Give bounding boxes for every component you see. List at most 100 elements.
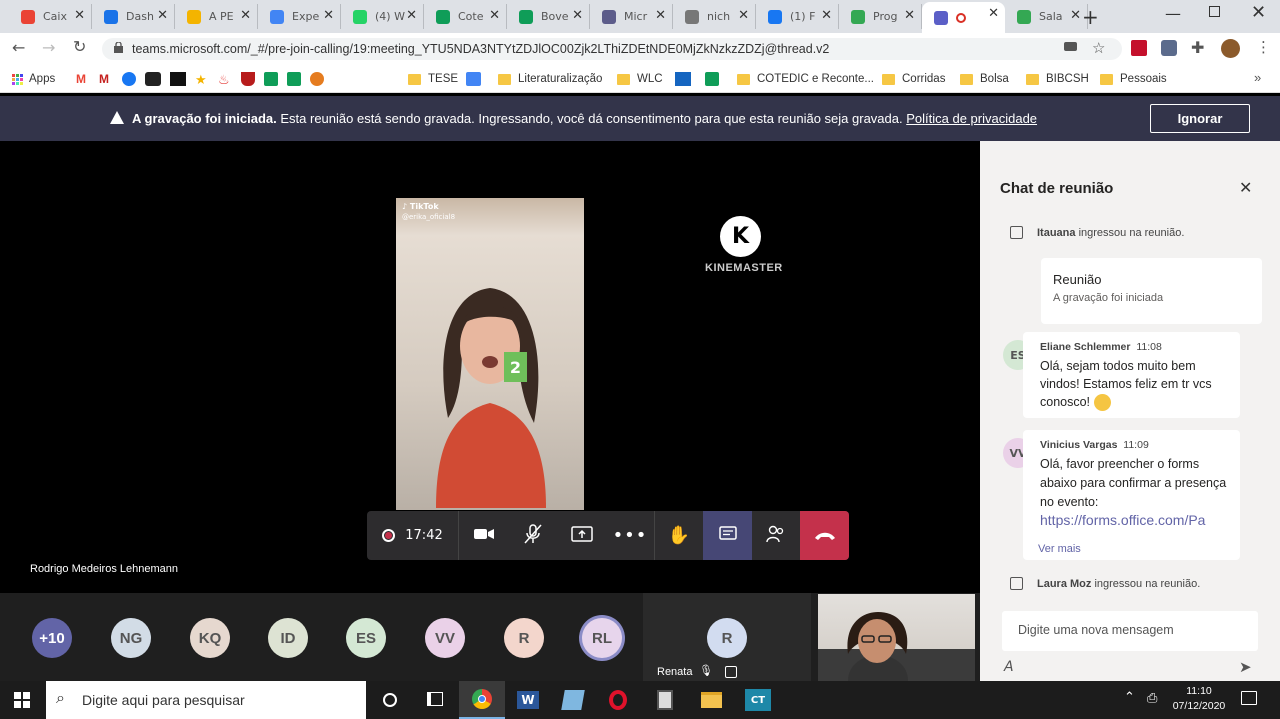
windows-start-icon[interactable]	[14, 692, 30, 708]
bookmark-tese[interactable]: TESE	[408, 71, 458, 87]
privacy-policy-link[interactable]: Política de privacidade	[906, 111, 1037, 126]
bookmark-wlc[interactable]: WLC	[617, 71, 663, 87]
window-close-button[interactable]: ✕	[1251, 2, 1266, 23]
tray-chevron-icon[interactable]: ⌃	[1124, 690, 1135, 705]
browser-tab[interactable]: Bove ✕	[507, 4, 590, 29]
site-icon[interactable]	[310, 72, 324, 86]
format-icon[interactable]: A	[1004, 659, 1014, 675]
browser-tab[interactable]: Micr ✕	[590, 4, 673, 29]
sheets-icon[interactable]	[705, 72, 719, 86]
close-tab-icon[interactable]: ✕	[240, 8, 251, 23]
mute-button[interactable]	[508, 511, 557, 560]
browser-tab[interactable]: Prog ✕	[839, 4, 922, 29]
gzh-icon[interactable]	[170, 72, 186, 86]
gmail-icon[interactable]: M	[99, 72, 113, 86]
participant-avatar[interactable]: R	[504, 618, 544, 658]
browser-tab[interactable]: Dash ✕	[92, 4, 175, 29]
participant-avatar[interactable]: RL	[582, 618, 622, 658]
word-taskbar-icon[interactable]: W	[517, 691, 539, 709]
shield-icon[interactable]	[241, 72, 255, 86]
participant-avatar[interactable]: ES	[346, 618, 386, 658]
participants-button[interactable]	[752, 511, 800, 560]
new-tab-button[interactable]: +	[1082, 5, 1099, 29]
maximize-button[interactable]	[1209, 6, 1220, 17]
browser-tab[interactable]: Caix ✕	[9, 4, 92, 29]
reload-icon[interactable]: ↻	[73, 37, 86, 56]
chat-toggle-button[interactable]	[703, 511, 752, 560]
participant-avatar[interactable]: NG	[111, 618, 151, 658]
bookmark-apps[interactable]: Apps	[12, 71, 55, 87]
cortana-icon[interactable]	[383, 693, 397, 707]
forward-icon[interactable]: →	[42, 38, 55, 57]
pin-icon[interactable]	[725, 666, 737, 678]
profile-avatar[interactable]	[1221, 39, 1240, 58]
participant-tile-renata[interactable]: R Renata 🎙	[643, 593, 811, 681]
close-tab-icon[interactable]: ✕	[738, 8, 749, 23]
dismiss-button[interactable]: Ignorar	[1150, 104, 1250, 133]
minimize-button[interactable]: —	[1165, 4, 1181, 23]
bookmark-pessoais[interactable]: Pessoais	[1100, 71, 1167, 87]
participant-avatar[interactable]: ID	[268, 618, 308, 658]
close-tab-icon[interactable]: ✕	[74, 8, 85, 23]
chrome-taskbar-icon[interactable]	[459, 681, 505, 719]
browser-tab[interactable]: Cote ✕	[424, 4, 507, 29]
extensions-menu-icon[interactable]: ✚	[1191, 38, 1204, 57]
sei-icon[interactable]	[675, 72, 691, 86]
browser-tab[interactable]: A PE ✕	[175, 4, 258, 29]
facebook-icon[interactable]	[122, 72, 136, 86]
site-icon[interactable]: ♨	[218, 72, 232, 87]
bookmark-literaturalizacao[interactable]: Literaturalização	[498, 71, 602, 87]
star-bookmark-icon[interactable]: ★	[195, 72, 209, 87]
camera-blocked-icon[interactable]	[1064, 42, 1077, 51]
message-input[interactable]: Digite uma nova mensagem	[1002, 611, 1258, 651]
share-button[interactable]	[557, 511, 606, 560]
gmail-icon[interactable]: M	[76, 72, 90, 86]
sheets-icon[interactable]	[264, 72, 278, 86]
more-bookmarks-icon[interactable]: »	[1254, 70, 1261, 85]
participant-avatar[interactable]: VV	[425, 618, 465, 658]
site-icon[interactable]	[145, 72, 161, 86]
close-tab-icon[interactable]: ✕	[655, 8, 666, 23]
browser-tab[interactable]: (1) F ✕	[756, 4, 839, 29]
hang-up-button[interactable]	[800, 511, 849, 560]
close-tab-icon[interactable]: ✕	[157, 8, 168, 23]
url-field[interactable]: teams.microsoft.com/_#/pre-join-calling/…	[102, 38, 1122, 60]
camera-button[interactable]	[459, 511, 508, 560]
bookmark-star-icon[interactable]: ☆	[1092, 39, 1105, 57]
close-tab-icon[interactable]: ✕	[904, 8, 915, 23]
chat-close-icon[interactable]: ✕	[1239, 178, 1252, 197]
bookmark-cotedic[interactable]: COTEDIC e Reconte...	[737, 71, 874, 87]
close-tab-icon[interactable]: ✕	[988, 6, 999, 21]
browser-tab[interactable]: Sala ✕	[1005, 4, 1088, 29]
raise-hand-button[interactable]: ✋	[655, 511, 703, 560]
file-explorer-taskbar-icon[interactable]	[701, 692, 722, 708]
extension-puzzle-icon[interactable]	[1161, 40, 1177, 56]
notifications-icon[interactable]	[1241, 691, 1257, 705]
browser-tab[interactable]: ✕	[922, 2, 1005, 33]
browser-tab[interactable]: Expe ✕	[258, 4, 341, 29]
close-tab-icon[interactable]: ✕	[323, 8, 334, 23]
close-tab-icon[interactable]: ✕	[406, 8, 417, 23]
network-icon[interactable]: ⎙	[1147, 691, 1157, 706]
browser-tab[interactable]: (4) W ✕	[341, 4, 424, 29]
back-icon[interactable]: ←	[12, 38, 25, 57]
see-more-link[interactable]: Ver mais	[1038, 543, 1081, 555]
close-tab-icon[interactable]: ✕	[1070, 8, 1081, 23]
calculator-taskbar-icon[interactable]	[657, 690, 673, 710]
close-tab-icon[interactable]: ✕	[489, 8, 500, 23]
extension-icon[interactable]	[1131, 40, 1147, 56]
bookmark-corridas[interactable]: Corridas	[882, 71, 945, 87]
forms-link[interactable]: https://forms.office.com/Pa	[1040, 512, 1230, 528]
app-taskbar-icon[interactable]	[561, 690, 585, 710]
close-tab-icon[interactable]: ✕	[821, 8, 832, 23]
browser-tab[interactable]: nich ✕	[673, 4, 756, 29]
opera-taskbar-icon[interactable]	[609, 690, 627, 710]
sheets-icon[interactable]	[287, 72, 301, 86]
translate-icon[interactable]	[466, 72, 481, 86]
participant-avatar[interactable]: KQ	[190, 618, 230, 658]
bookmark-bolsa[interactable]: Bolsa	[960, 71, 1009, 87]
bookmark-bibcsh[interactable]: BIBCSH	[1026, 71, 1089, 87]
taskbar-clock[interactable]: 11:10 07/12/2020	[1168, 684, 1230, 714]
participant-avatar[interactable]: +10	[32, 618, 72, 658]
task-view-icon[interactable]	[427, 692, 443, 706]
